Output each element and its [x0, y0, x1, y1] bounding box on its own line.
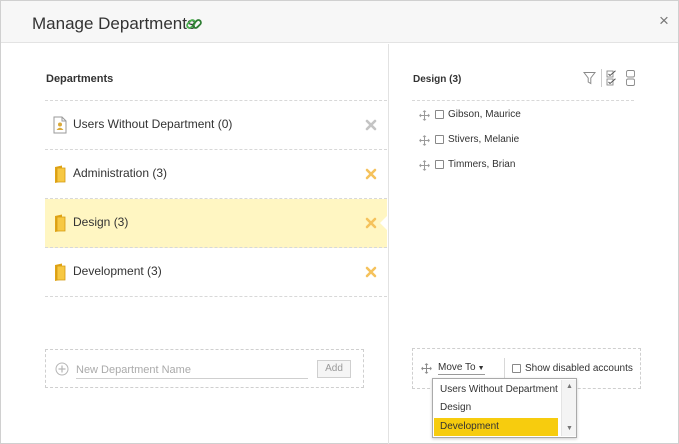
plus-circle-icon: [55, 362, 69, 376]
member-row[interactable]: Gibson, Maurice: [419, 108, 619, 124]
department-label: Design (3): [73, 215, 129, 229]
remove-department-icon[interactable]: [365, 168, 377, 180]
manage-departments-dialog: Manage Departments × Departments Users W…: [0, 0, 679, 444]
remove-department-icon[interactable]: [365, 266, 377, 278]
move-to-dropdown-button[interactable]: Move To ▼: [438, 362, 485, 375]
show-disabled-accounts-label[interactable]: Show disabled accounts: [525, 363, 633, 374]
link-icon[interactable]: [185, 15, 203, 33]
members-pane-title: Design (3): [413, 74, 462, 85]
department-row-users-without-department[interactable]: Users Without Department (0): [45, 101, 387, 150]
remove-department-icon[interactable]: [365, 217, 377, 229]
department-label: Administration (3): [73, 166, 168, 180]
member-row[interactable]: Timmers, Brian: [419, 158, 619, 174]
new-department-form: Add: [45, 349, 364, 388]
folder-icon: [55, 214, 66, 232]
member-name: Timmers, Brian: [448, 159, 516, 170]
user-card-icon: [53, 116, 67, 134]
filter-icon[interactable]: [583, 71, 596, 85]
member-name: Stivers, Melanie: [448, 134, 520, 145]
department-label: Development (3): [73, 264, 162, 278]
move-icon: [421, 363, 432, 374]
members-separator: [412, 100, 634, 101]
drag-handle-icon[interactable]: [419, 135, 430, 146]
departments-pane: Departments Users Without Department (0): [1, 44, 388, 444]
department-row-design[interactable]: Design (3): [45, 199, 388, 248]
move-option-users-without-department[interactable]: Users Without Department: [434, 381, 558, 399]
department-row-administration[interactable]: Administration (3): [45, 150, 387, 199]
move-to-label: Move To: [438, 362, 476, 373]
move-option-design[interactable]: Design: [434, 399, 558, 417]
scroll-up-icon[interactable]: ▲: [564, 382, 575, 392]
drag-handle-icon[interactable]: [419, 110, 430, 121]
drag-handle-icon[interactable]: [419, 160, 430, 171]
scroll-down-icon[interactable]: ▼: [564, 424, 575, 434]
member-checkbox[interactable]: [435, 110, 444, 119]
checklist-icon[interactable]: [606, 70, 617, 86]
departments-title: Departments: [46, 73, 114, 85]
add-department-button[interactable]: Add: [317, 360, 351, 378]
remove-department-icon[interactable]: [365, 119, 377, 131]
department-label: Users Without Department (0): [73, 117, 233, 131]
toolbar-divider: [601, 69, 602, 87]
member-checkbox[interactable]: [435, 135, 444, 144]
close-button[interactable]: ×: [656, 12, 672, 29]
folder-icon: [55, 165, 66, 183]
departments-list: Users Without Department (0) Administrat…: [45, 100, 388, 297]
new-department-name-input[interactable]: [76, 361, 308, 379]
dialog-title: Manage Departments: [32, 14, 196, 33]
member-name: Gibson, Maurice: [448, 109, 521, 120]
department-row-development[interactable]: Development (3): [45, 248, 387, 297]
folder-icon: [55, 263, 66, 281]
show-disabled-accounts-checkbox[interactable]: [512, 364, 521, 373]
move-option-development[interactable]: Development: [434, 418, 558, 436]
select-toggle-icon[interactable]: [626, 70, 635, 86]
action-bar-divider: [504, 358, 505, 380]
member-row[interactable]: Stivers, Melanie: [419, 133, 619, 149]
dropdown-scrollbar[interactable]: ▲ ▼: [561, 380, 576, 436]
caret-down-icon: ▼: [477, 365, 485, 372]
move-to-dropdown-list: Users Without Department Design Developm…: [432, 378, 577, 438]
dialog-titlebar: Manage Departments ×: [1, 1, 678, 43]
member-checkbox[interactable]: [435, 160, 444, 169]
